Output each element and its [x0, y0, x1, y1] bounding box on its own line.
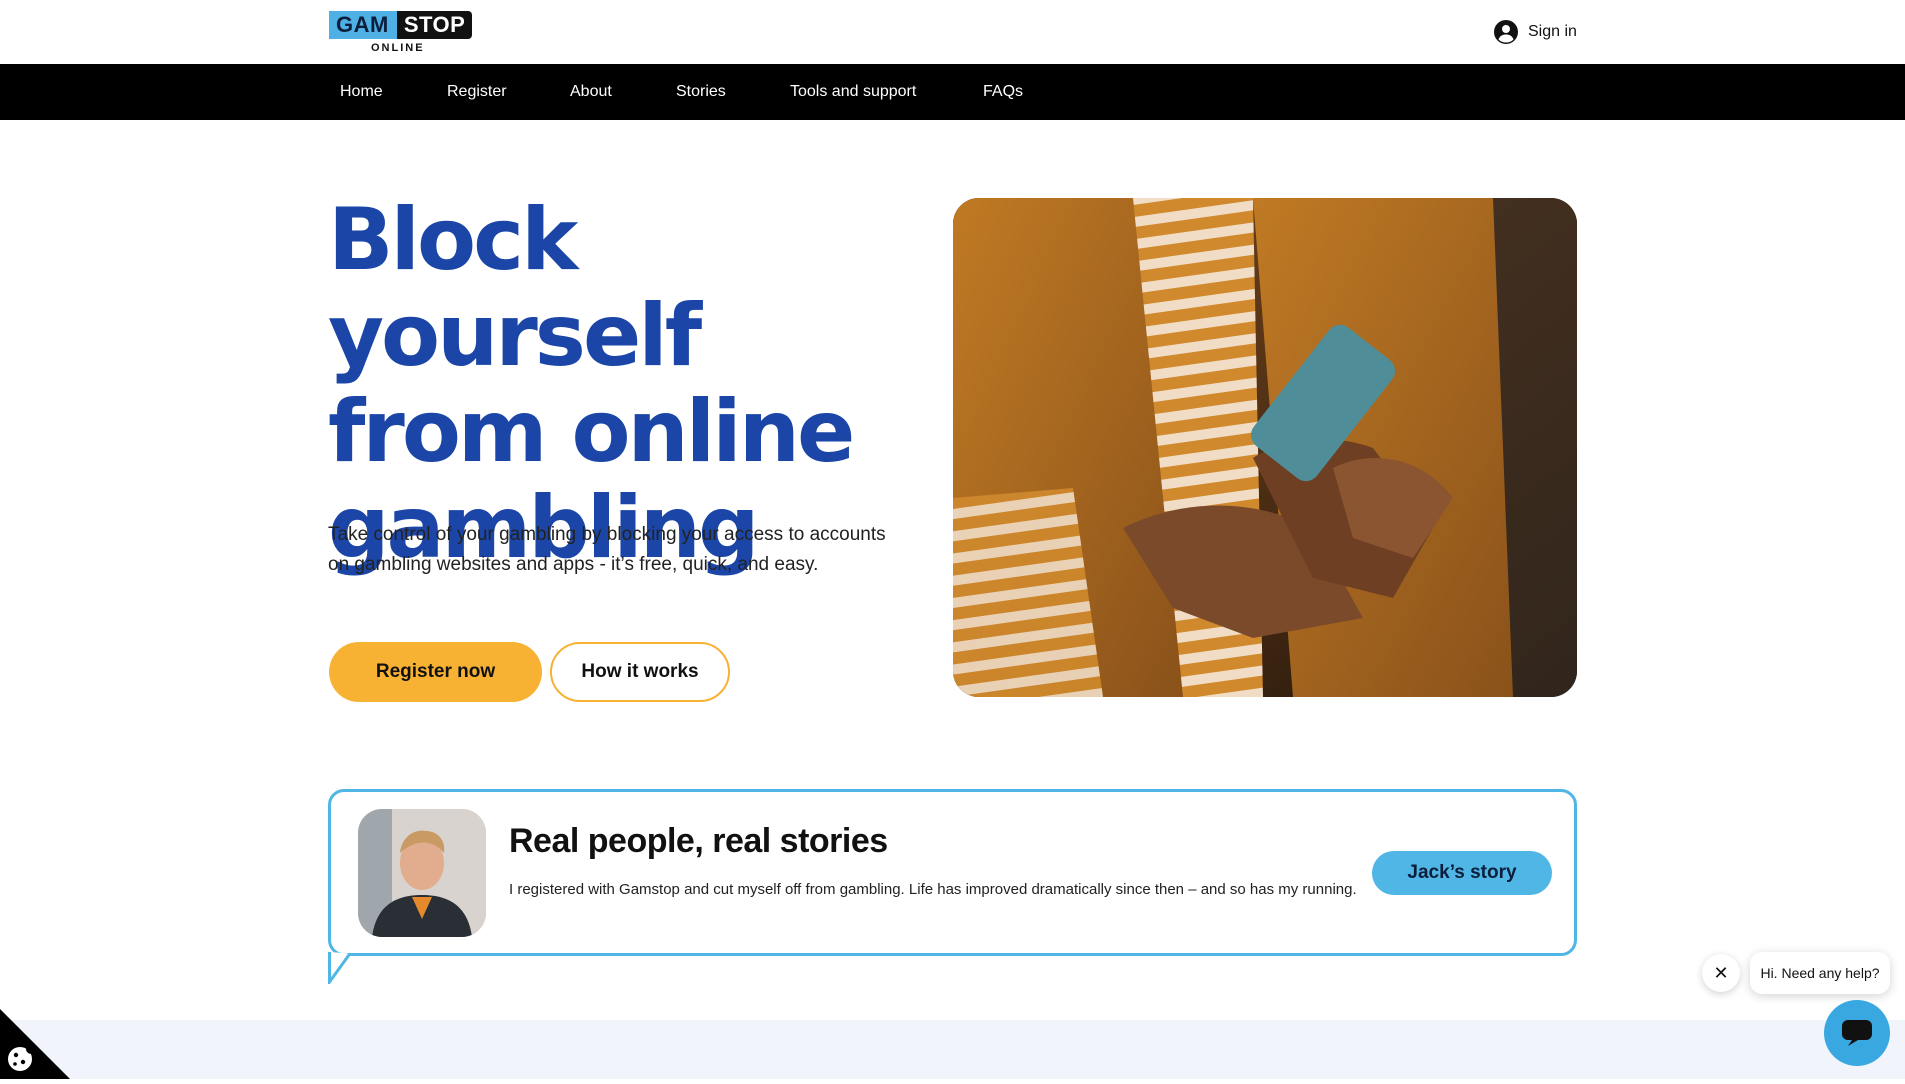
sign-in-label: Sign in: [1528, 23, 1577, 40]
chat-launcher-button[interactable]: [1824, 1000, 1890, 1066]
chat-close-button[interactable]: ✕: [1702, 954, 1740, 992]
jacks-story-button[interactable]: Jack’s story: [1372, 851, 1552, 895]
chat-greeting-bubble[interactable]: Hi. Need any help?: [1750, 952, 1890, 994]
chat-greeting-text: Hi. Need any help?: [1760, 965, 1880, 981]
nav-item-register[interactable]: Register: [447, 64, 507, 120]
hero-description: Take control of your gambling by blockin…: [328, 524, 886, 575]
story-title: Real people, real stories: [509, 822, 888, 860]
nav-item-about[interactable]: About: [570, 64, 612, 120]
story-quote: I registered with Gamstop and cut myself…: [509, 881, 1357, 898]
logo-gam: GAM: [329, 11, 397, 39]
next-section-background: [0, 1020, 1905, 1079]
sign-in-link[interactable]: Sign in: [1494, 20, 1577, 44]
close-icon: ✕: [1713, 962, 1729, 983]
hero-image: [953, 198, 1577, 697]
cookie-settings-button[interactable]: [0, 1009, 70, 1079]
site-header: GAM STOP ONLINE Sign in: [0, 0, 1905, 64]
logo-wordmark: GAM STOP: [329, 11, 473, 39]
person-holding-phone-illustration: [953, 198, 1577, 697]
gamstop-logo[interactable]: GAM STOP ONLINE: [329, 11, 473, 55]
logo-stop: STOP: [396, 11, 473, 39]
hero-title: Block yourself from online gambling: [328, 192, 928, 576]
nav-item-tools-and-support[interactable]: Tools and support: [790, 64, 916, 120]
nav-item-home[interactable]: Home: [340, 64, 383, 120]
register-now-button[interactable]: Register now: [329, 642, 542, 702]
cookie-icon: [0, 1009, 70, 1079]
logo-online: ONLINE: [371, 42, 425, 54]
main-nav: Home Register About Stories Tools and su…: [0, 64, 1905, 120]
jack-portrait-illustration: [358, 809, 486, 937]
user-account-icon: [1494, 20, 1518, 44]
hero-title-line: Block yourself: [328, 190, 702, 386]
speech-bubble-tail: [328, 952, 352, 984]
chat-icon: [1842, 1020, 1872, 1046]
hero-title-line: from online: [328, 382, 855, 482]
nav-item-faqs[interactable]: FAQs: [983, 64, 1023, 120]
story-avatar: [358, 809, 486, 937]
nav-item-stories[interactable]: Stories: [676, 64, 726, 120]
how-it-works-button[interactable]: How it works: [550, 642, 730, 702]
story-card: Real people, real stories I registered w…: [328, 789, 1577, 956]
